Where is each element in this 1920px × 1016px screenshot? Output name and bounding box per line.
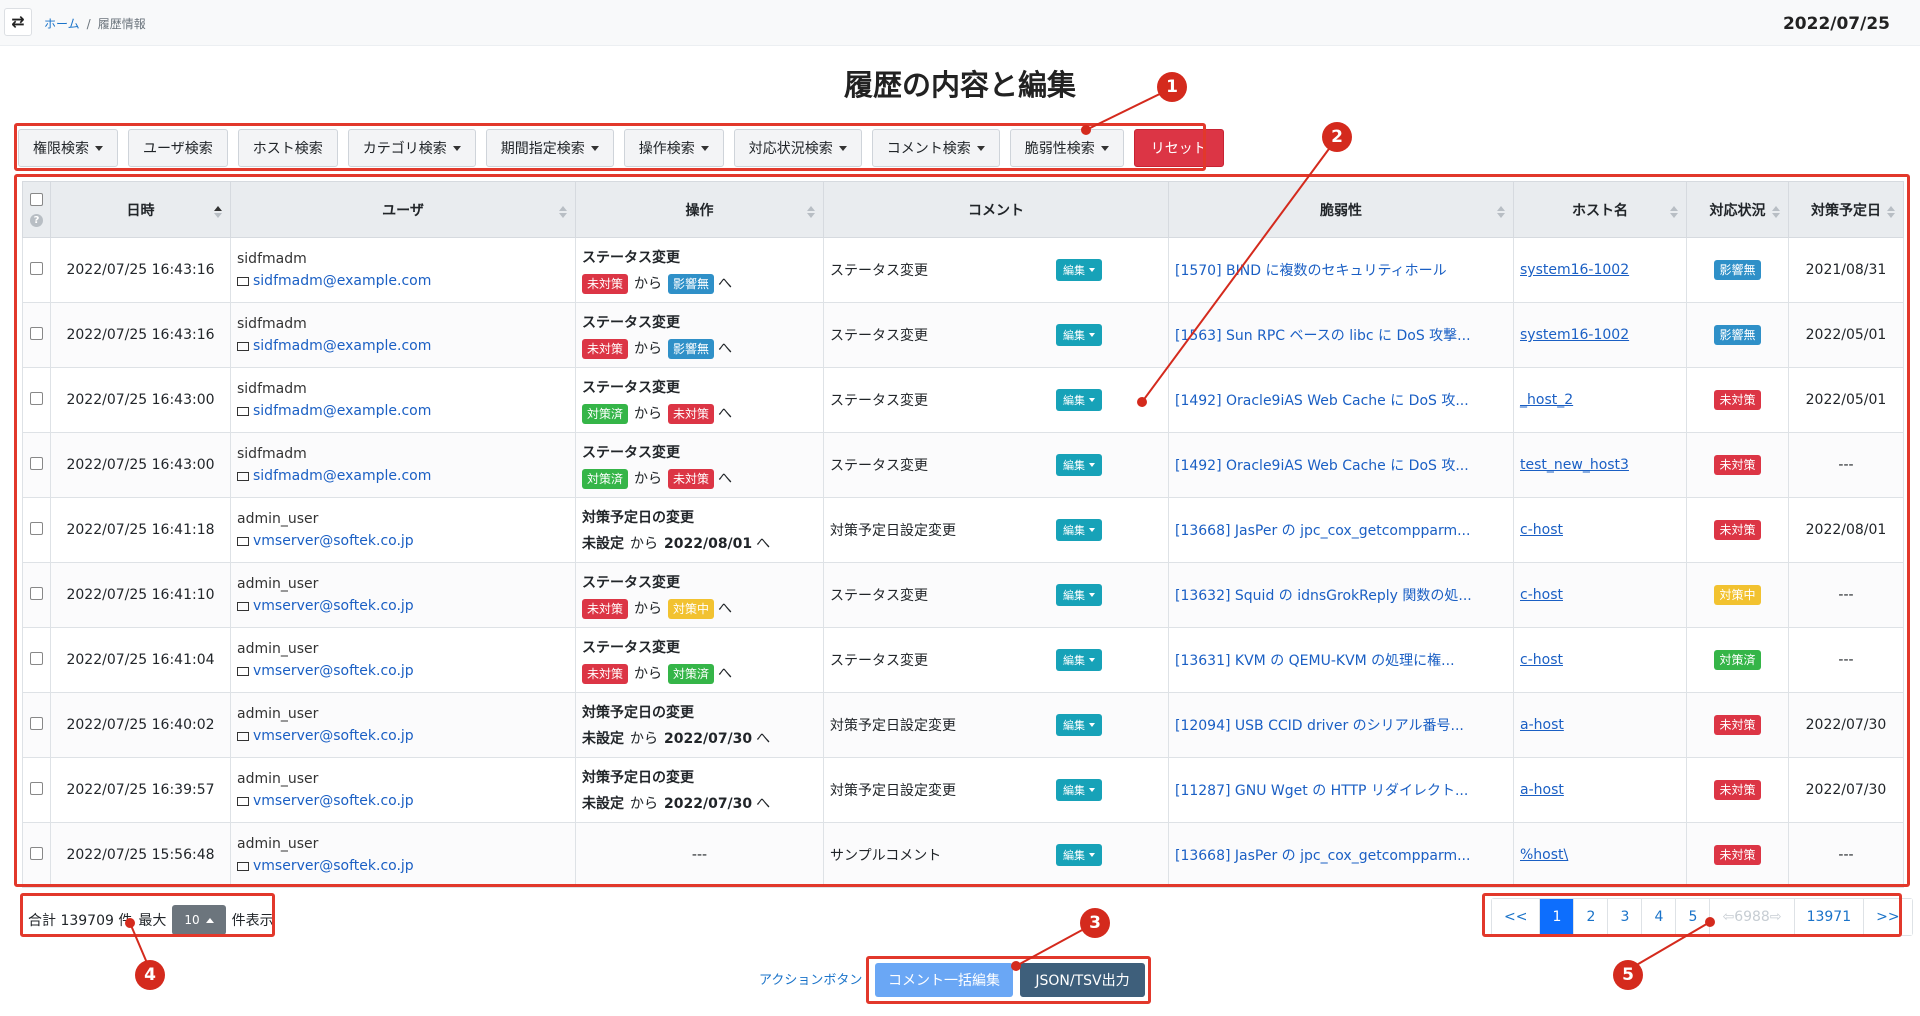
annotation-leader-lines bbox=[129, 87, 1711, 971]
leader-line-2 bbox=[1141, 137, 1338, 403]
annotation-marker-3: 3 bbox=[1080, 908, 1110, 938]
annotation-marker-4: 4 bbox=[135, 960, 165, 990]
annotation-dot-5 bbox=[1705, 917, 1715, 927]
annotation-dot-4 bbox=[125, 918, 135, 928]
leader-line-5 bbox=[1627, 921, 1711, 971]
annotation-dot-1 bbox=[1081, 125, 1091, 135]
annotation-marker-2: 2 bbox=[1322, 122, 1352, 152]
annotation-marker-5: 5 bbox=[1613, 960, 1643, 990]
annotation-dot-3 bbox=[1011, 961, 1021, 971]
annotation-marker-1: 1 bbox=[1157, 72, 1187, 102]
annotation-dot-2 bbox=[1137, 397, 1147, 407]
